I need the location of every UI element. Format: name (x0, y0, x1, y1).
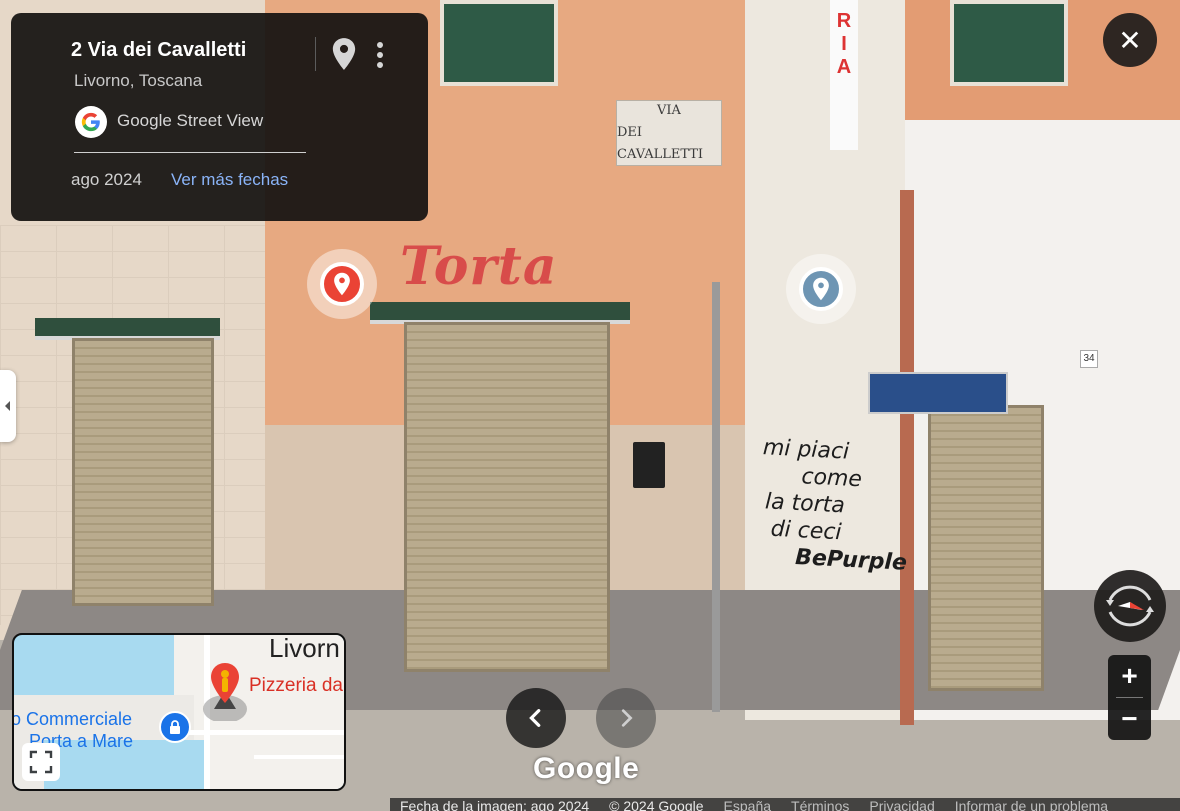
awning (370, 302, 630, 324)
previous-button[interactable] (506, 688, 566, 748)
shutter-left (72, 338, 214, 606)
graffiti: mi piaci come la torta di ceci BePurple (757, 434, 914, 577)
vertical-sign-letter: A (836, 56, 852, 78)
image-date: Fecha de la imagen: ago 2024 (400, 798, 590, 811)
google-logo: Google (533, 752, 640, 785)
vertical-sign-letter: I (841, 33, 847, 55)
map-pin-icon[interactable] (331, 37, 357, 71)
country-link[interactable]: España (714, 798, 781, 811)
place-pin-icon (320, 262, 364, 306)
shutter-right (928, 405, 1044, 691)
divider (74, 152, 306, 153)
street-plate-line: DEI CAVALLETTI (617, 125, 704, 162)
more-vert-icon[interactable] (369, 39, 391, 71)
lock-icon (159, 711, 191, 743)
source-label: Google Street View (117, 111, 264, 130)
report-problem-link[interactable]: Informar de un problema (945, 798, 1118, 811)
sticker-sign (868, 372, 1008, 414)
collapse-panel-tab[interactable] (0, 370, 16, 442)
shop-sign: Torta (400, 236, 558, 297)
mailbox (633, 442, 665, 488)
address-title: 2 Via dei Cavalletti (71, 39, 247, 61)
footer-bar: Fecha de la imagen: ago 2024 © 2024 Goog… (390, 798, 1180, 811)
fullscreen-icon[interactable] (22, 743, 60, 781)
divider-vertical (315, 37, 316, 71)
vertical-sign: R I A (830, 0, 858, 150)
zoom-in-button[interactable]: + (1108, 655, 1151, 697)
more-dates-link[interactable]: Ver más fechas (171, 170, 288, 190)
house-number: 34 (1080, 350, 1098, 368)
vertical-sign-letter: R (836, 10, 852, 32)
copyright: © 2024 Google (609, 798, 704, 811)
street-plate-line: VIA (657, 103, 681, 118)
close-button[interactable]: ✕ (1103, 13, 1157, 67)
map-city-label: Livorn (269, 633, 340, 663)
terms-link[interactable]: Términos (781, 798, 859, 811)
pipe (712, 282, 720, 712)
location-info-card: 2 Via dei Cavalletti Livorno, Toscana Go… (11, 13, 428, 221)
zoom-control: + − (1108, 655, 1151, 740)
chevron-left-icon (529, 709, 541, 727)
compass-icon[interactable] (1094, 570, 1166, 642)
google-g-icon (75, 106, 107, 138)
chevron-right-icon (621, 709, 633, 727)
window (440, 0, 558, 86)
place-marker-blue[interactable] (786, 254, 856, 324)
capture-date: ago 2024 (71, 170, 142, 189)
map-mall-label-line: o Commerciale (12, 709, 133, 729)
pegman-icon (200, 661, 250, 726)
window (950, 0, 1068, 86)
place-pin-icon (799, 267, 843, 311)
address-subtitle: Livorno, Toscana (74, 71, 203, 90)
next-button[interactable] (596, 688, 656, 748)
map-poi-label: Pizzeria da (249, 675, 343, 696)
minimap[interactable]: Livorn Pizzeria da o Commerciale Porta a… (12, 633, 346, 791)
place-marker-red[interactable] (307, 249, 377, 319)
shutter-middle (404, 322, 610, 672)
privacy-link[interactable]: Privacidad (859, 798, 944, 811)
awning (35, 318, 220, 340)
street-plate: VIA DEI CAVALLETTI (616, 100, 722, 166)
zoom-out-button[interactable]: − (1108, 698, 1151, 740)
